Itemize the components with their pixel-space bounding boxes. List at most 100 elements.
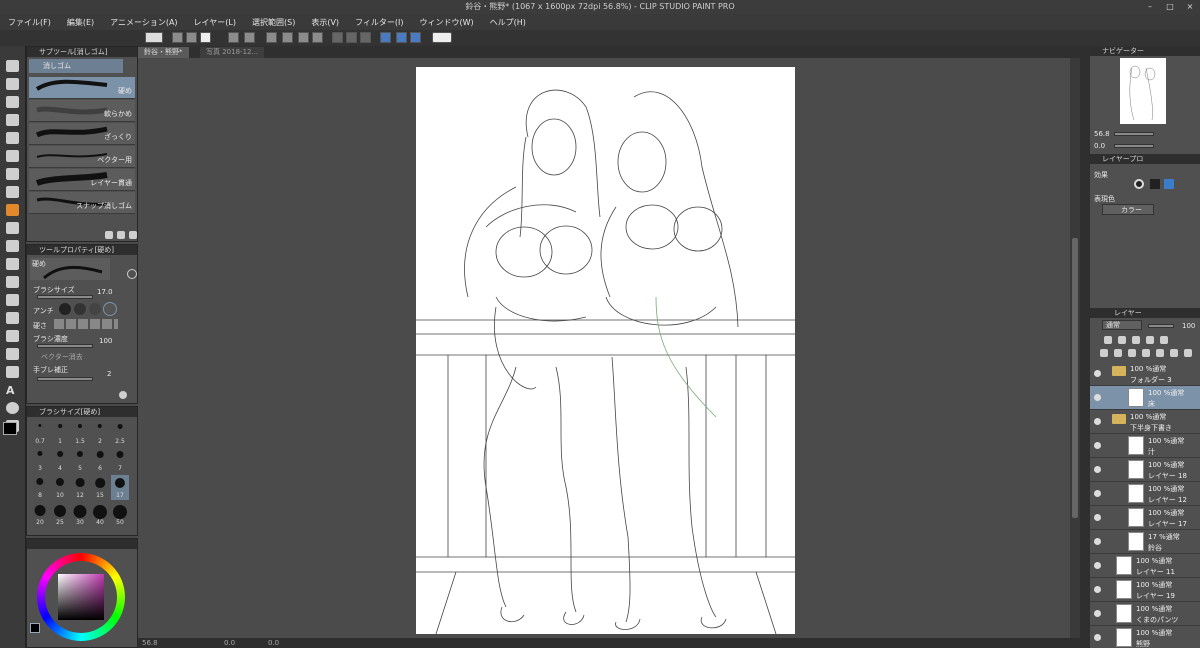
airbrush-icon[interactable] bbox=[6, 240, 19, 252]
fill-tool-icon[interactable] bbox=[6, 294, 19, 306]
eye-icon[interactable] bbox=[1094, 634, 1101, 641]
brush-size-cell[interactable]: 2 bbox=[91, 421, 109, 446]
new-raster-layer-icon[interactable] bbox=[1100, 349, 1108, 357]
menu-window[interactable]: ウィンドウ(W) bbox=[412, 17, 482, 28]
brush-size-cell[interactable]: 1.5 bbox=[71, 421, 89, 446]
layer-row[interactable]: 100 %通常 フォルダー 3 bbox=[1090, 362, 1200, 386]
layer-row[interactable]: 100 %通常 熊野 bbox=[1090, 626, 1200, 648]
lock-icon[interactable] bbox=[1146, 336, 1154, 344]
color-mode-select[interactable]: カラー bbox=[1102, 204, 1154, 215]
eye-icon[interactable] bbox=[1094, 394, 1101, 401]
open-icon[interactable] bbox=[186, 32, 197, 43]
brush-size-cell[interactable]: 0.7 bbox=[31, 421, 49, 446]
clip-layer-icon[interactable] bbox=[1104, 336, 1112, 344]
mask-icon[interactable] bbox=[1170, 349, 1178, 357]
brush-size-cell[interactable]: 10 bbox=[51, 475, 69, 500]
snap-ruler-icon[interactable] bbox=[332, 32, 343, 43]
balloon-icon[interactable] bbox=[6, 402, 19, 414]
eye-icon[interactable] bbox=[1094, 514, 1101, 521]
eye-icon[interactable] bbox=[1094, 418, 1101, 425]
maximize-icon[interactable]: □ bbox=[1160, 0, 1180, 14]
ref-layer-icon[interactable] bbox=[1118, 336, 1126, 344]
layer-row[interactable]: 100 %通常汁 bbox=[1090, 434, 1200, 458]
decoration-icon[interactable] bbox=[6, 258, 19, 270]
layer-row[interactable]: 100 %通常 レイヤー 19 bbox=[1090, 578, 1200, 602]
hand-icon[interactable] bbox=[6, 78, 19, 90]
snap-grid-icon[interactable] bbox=[360, 32, 371, 43]
auto-select-icon[interactable] bbox=[6, 150, 19, 162]
main-color-swatch[interactable] bbox=[3, 422, 17, 435]
layer-row[interactable]: 17 %通常 鈴谷 bbox=[1090, 530, 1200, 554]
menu-layer[interactable]: レイヤー(L) bbox=[186, 17, 244, 28]
density-slider[interactable] bbox=[37, 344, 93, 348]
draft-layer-icon[interactable] bbox=[1132, 336, 1140, 344]
pen-pressure-icon[interactable] bbox=[380, 32, 391, 43]
tab-photo[interactable]: 写真 2018-12... bbox=[200, 47, 265, 58]
hardness-selector[interactable] bbox=[54, 319, 118, 329]
vector-icon[interactable] bbox=[396, 32, 407, 43]
close-icon[interactable]: × bbox=[1180, 0, 1200, 14]
copy-subtool-icon[interactable] bbox=[105, 231, 113, 239]
brush-size-cell[interactable]: 20 bbox=[31, 502, 49, 527]
nav-rotate-slider[interactable] bbox=[1114, 144, 1154, 148]
deselect-icon[interactable] bbox=[266, 32, 277, 43]
menu-view[interactable]: 表示(V) bbox=[303, 17, 347, 28]
eraser-icon[interactable] bbox=[6, 204, 19, 216]
brush-size-cell[interactable]: 12 bbox=[71, 475, 89, 500]
eye-icon[interactable] bbox=[1094, 490, 1101, 497]
subtool-group-tab[interactable]: 消しゴム bbox=[29, 59, 123, 73]
undo-icon[interactable] bbox=[228, 32, 239, 43]
frame-icon[interactable] bbox=[6, 348, 19, 360]
stabilizer-icon[interactable] bbox=[410, 32, 421, 43]
operation-icon[interactable] bbox=[6, 96, 19, 108]
anti-alias-none[interactable] bbox=[59, 303, 71, 315]
layer-row[interactable]: 100 %通常 下半身下書き bbox=[1090, 410, 1200, 434]
lock-alpha-icon[interactable] bbox=[1160, 336, 1168, 344]
brush-size-cell[interactable]: 30 bbox=[71, 502, 89, 527]
blend-icon[interactable] bbox=[6, 276, 19, 288]
brush-size-cell[interactable]: 17 bbox=[111, 475, 129, 500]
menu-selection[interactable]: 選択範囲(S) bbox=[244, 17, 303, 28]
brush-size-cell[interactable]: 3 bbox=[31, 448, 49, 473]
tone-effect-icon[interactable] bbox=[1150, 179, 1160, 189]
merge-down-icon[interactable] bbox=[1156, 349, 1164, 357]
main-color-icon[interactable] bbox=[30, 623, 40, 633]
brush-size-cell[interactable]: 7 bbox=[111, 448, 129, 473]
brush-size-cell[interactable]: 25 bbox=[51, 502, 69, 527]
menu-animation[interactable]: アニメーション(A) bbox=[102, 17, 185, 28]
ruler-icon[interactable] bbox=[6, 366, 19, 378]
search-icon[interactable] bbox=[127, 269, 137, 279]
saturation-square[interactable] bbox=[58, 574, 104, 620]
fill-icon[interactable] bbox=[298, 32, 309, 43]
layer-row[interactable]: 100 %通常 くまのパンツ bbox=[1090, 602, 1200, 626]
eye-icon[interactable] bbox=[1094, 442, 1101, 449]
save-icon[interactable] bbox=[200, 32, 211, 43]
new-subtool-icon[interactable] bbox=[117, 231, 125, 239]
new-folder-icon[interactable] bbox=[1128, 349, 1136, 357]
anti-alias-strong[interactable] bbox=[103, 302, 117, 316]
minimize-icon[interactable]: – bbox=[1140, 0, 1160, 14]
selection-icon[interactable] bbox=[6, 132, 19, 144]
nav-zoom-slider[interactable] bbox=[1114, 132, 1154, 136]
brush-icon[interactable] bbox=[6, 222, 19, 234]
eye-icon[interactable] bbox=[1094, 586, 1101, 593]
subtool-item-vector[interactable]: ベクター用 bbox=[29, 146, 135, 168]
anti-alias-mid[interactable] bbox=[89, 303, 101, 315]
transform-icon[interactable] bbox=[312, 32, 323, 43]
menu-help[interactable]: ヘルプ(H) bbox=[482, 17, 534, 28]
stabilization-slider[interactable] bbox=[37, 377, 93, 381]
brush-size-cell[interactable]: 1 bbox=[51, 421, 69, 446]
settings-icon[interactable] bbox=[119, 391, 127, 399]
new-icon[interactable] bbox=[172, 32, 183, 43]
eye-icon[interactable] bbox=[1094, 538, 1101, 545]
subtool-item-hard[interactable]: 硬め bbox=[29, 77, 135, 99]
anti-alias-weak[interactable] bbox=[74, 303, 86, 315]
vertical-scrollbar[interactable] bbox=[1070, 58, 1080, 638]
blend-mode-select[interactable]: 通常 bbox=[1102, 320, 1142, 330]
brush-size-cell[interactable]: 15 bbox=[91, 475, 109, 500]
subtool-item-rough[interactable]: ざっくり bbox=[29, 123, 135, 145]
eyedropper-icon[interactable] bbox=[6, 168, 19, 180]
brush-size-cell[interactable]: 6 bbox=[91, 448, 109, 473]
menu-file[interactable]: ファイル(F) bbox=[0, 17, 59, 28]
delete-subtool-icon[interactable] bbox=[129, 231, 137, 239]
